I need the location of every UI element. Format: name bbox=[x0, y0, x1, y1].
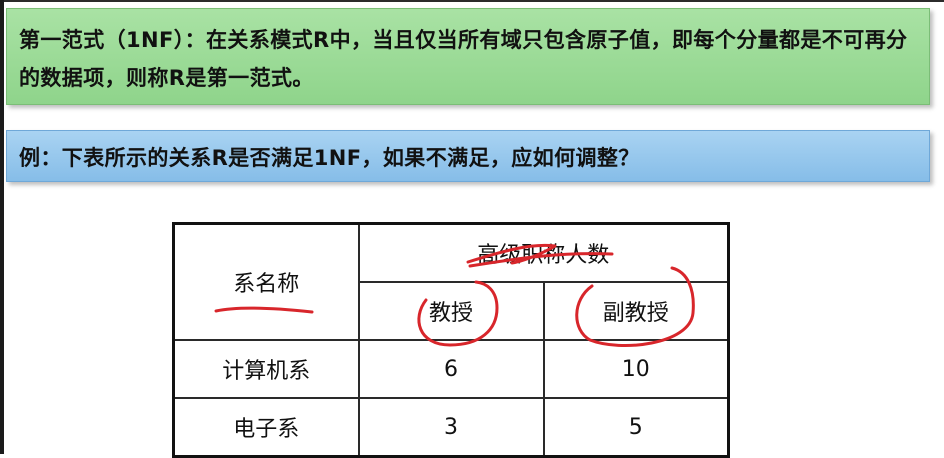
associate-professor-header: 副教授 bbox=[542, 281, 730, 341]
window-top-edge bbox=[0, 0, 944, 2]
associate-professor-count-cell: 10 bbox=[542, 339, 730, 399]
example-box: 例：下表所示的关系R是否满足1NF，如果不满足，应如何调整？ bbox=[6, 130, 930, 182]
professor-header: 教授 bbox=[357, 281, 545, 341]
window-left-edge bbox=[0, 0, 4, 454]
table-row: 计算机系 6 10 bbox=[172, 339, 730, 399]
senior-title-count-header: 高级职称人数 bbox=[357, 222, 730, 283]
associate-professor-count-cell: 5 bbox=[542, 397, 730, 458]
relation-table: 系名称 高级职称人数 教授 副教授 计算机系 6 10 电子系 3 5 bbox=[172, 222, 731, 458]
dept-name-cell: 电子系 bbox=[172, 397, 360, 458]
definition-box: 第一范式（1NF）：在关系模式R中，当且仅当所有域只包含原子值，即每个分量都是不… bbox=[6, 8, 930, 105]
professor-count-cell: 3 bbox=[357, 397, 545, 458]
example-question: 例：下表所示的关系R是否满足1NF，如果不满足，应如何调整？ bbox=[19, 146, 640, 170]
dept-name-cell: 计算机系 bbox=[172, 339, 360, 399]
table-row: 电子系 3 5 bbox=[172, 397, 730, 458]
professor-count-cell: 6 bbox=[357, 339, 545, 399]
table-header-row: 系名称 高级职称人数 bbox=[172, 222, 730, 341]
dept-name-header: 系名称 bbox=[172, 222, 360, 341]
definition-text: 第一范式（1NF）：在关系模式R中，当且仅当所有域只包含原子值，即每个分量都是不… bbox=[19, 28, 908, 90]
relation-table-container: 系名称 高级职称人数 教授 副教授 计算机系 6 10 电子系 3 5 bbox=[172, 222, 731, 458]
